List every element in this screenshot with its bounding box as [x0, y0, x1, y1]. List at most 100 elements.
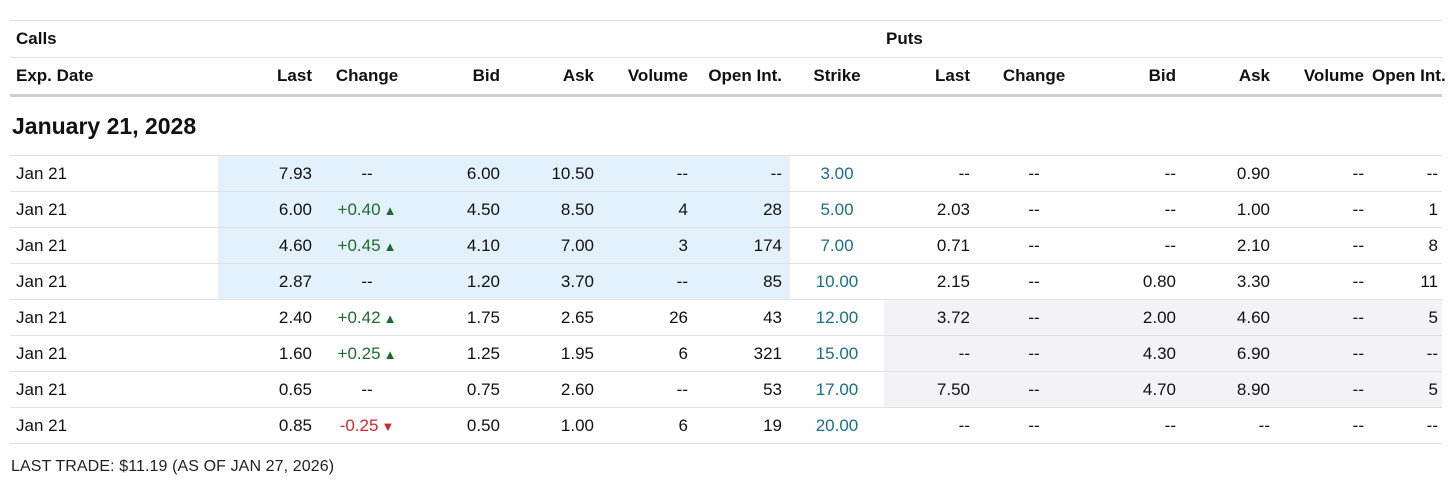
put-change: --	[978, 299, 1090, 336]
put-last: 3.72	[884, 299, 978, 336]
strike-link[interactable]: 7.00	[790, 227, 884, 264]
exp-date: Jan 21	[10, 155, 218, 192]
put-volume: --	[1278, 263, 1372, 300]
col-call-change[interactable]: Change	[320, 57, 414, 97]
put-ask: --	[1184, 407, 1278, 444]
call-change: +0.45 ▲	[320, 227, 414, 264]
call-open-int: 53	[696, 371, 790, 408]
put-change: --	[978, 191, 1090, 228]
call-last: 0.85	[218, 407, 320, 444]
strike-link[interactable]: 5.00	[790, 191, 884, 228]
exp-date: Jan 21	[10, 371, 218, 408]
options-chain: Calls Puts Exp. Date Last Change Bid Ask…	[10, 20, 1446, 444]
put-bid: 4.30	[1090, 335, 1184, 372]
call-ask: 2.65	[508, 299, 602, 336]
call-ask: 10.50	[508, 155, 602, 192]
put-open-int: 8	[1372, 227, 1442, 264]
put-ask: 3.30	[1184, 263, 1278, 300]
call-open-int: 85	[696, 263, 790, 300]
col-put-ask[interactable]: Ask	[1184, 57, 1278, 97]
option-row[interactable]: Jan 21 6.00 +0.40 ▲ 4.50 8.50 4 28 5.00 2.03 -- -- 1…	[10, 191, 1442, 228]
strike-link[interactable]: 15.00	[790, 335, 884, 372]
option-row[interactable]: Jan 21 0.65 -- 0.75 2.60 -- 53 17.00 7.50 -- 4.70 8…	[10, 371, 1442, 408]
put-open-int: --	[1372, 335, 1442, 372]
put-change: --	[978, 155, 1090, 192]
col-put-last[interactable]: Last	[884, 57, 978, 97]
col-put-change[interactable]: Change	[978, 57, 1090, 97]
option-row[interactable]: Jan 21 1.60 +0.25 ▲ 1.25 1.95 6 321 15.00 -- -- 4.3…	[10, 335, 1442, 372]
put-open-int: 5	[1372, 371, 1442, 408]
strike-link[interactable]: 3.00	[790, 155, 884, 192]
triangle-down-icon: ▼	[381, 418, 395, 434]
option-row[interactable]: Jan 21 4.60 +0.45 ▲ 4.10 7.00 3 174 7.00 0.71 -- --…	[10, 227, 1442, 264]
put-last: --	[884, 155, 978, 192]
strike-link[interactable]: 20.00	[790, 407, 884, 444]
put-last: 0.71	[884, 227, 978, 264]
put-change: --	[978, 263, 1090, 300]
col-call-open-int[interactable]: Open Int.	[696, 57, 790, 97]
call-bid: 4.10	[414, 227, 508, 264]
triangle-up-icon: ▲	[383, 202, 397, 218]
call-ask: 8.50	[508, 191, 602, 228]
col-put-open-int[interactable]: Open Int.	[1372, 57, 1446, 97]
call-last: 2.87	[218, 263, 320, 300]
col-put-bid[interactable]: Bid	[1090, 57, 1184, 97]
put-change: --	[978, 227, 1090, 264]
calls-heading: Calls	[10, 20, 218, 58]
call-volume: --	[602, 263, 696, 300]
exp-date: Jan 21	[10, 335, 218, 372]
call-bid: 1.75	[414, 299, 508, 336]
option-row[interactable]: Jan 21 2.40 +0.42 ▲ 1.75 2.65 26 43 12.00 3.72 -- 2…	[10, 299, 1442, 336]
call-open-int: 19	[696, 407, 790, 444]
expiration-group-row: January 21, 2028	[10, 96, 1442, 156]
call-volume: 3	[602, 227, 696, 264]
put-ask: 8.90	[1184, 371, 1278, 408]
strike-link[interactable]: 12.00	[790, 299, 884, 336]
put-open-int: 11	[1372, 263, 1442, 300]
col-call-last[interactable]: Last	[218, 57, 320, 97]
col-call-ask[interactable]: Ask	[508, 57, 602, 97]
call-open-int: 28	[696, 191, 790, 228]
put-bid: 0.80	[1090, 263, 1184, 300]
strike-link[interactable]: 17.00	[790, 371, 884, 408]
call-change: +0.25 ▲	[320, 335, 414, 372]
put-ask: 6.90	[1184, 335, 1278, 372]
col-strike[interactable]: Strike	[790, 57, 884, 97]
put-volume: --	[1278, 227, 1372, 264]
put-bid: 4.70	[1090, 371, 1184, 408]
col-call-bid[interactable]: Bid	[414, 57, 508, 97]
call-volume: --	[602, 155, 696, 192]
call-last: 2.40	[218, 299, 320, 336]
call-volume: 4	[602, 191, 696, 228]
col-exp-date[interactable]: Exp. Date	[10, 57, 218, 97]
call-bid: 1.25	[414, 335, 508, 372]
call-ask: 3.70	[508, 263, 602, 300]
call-change-value: +0.25	[337, 343, 381, 363]
col-put-volume[interactable]: Volume	[1278, 57, 1372, 97]
call-change: +0.42 ▲	[320, 299, 414, 336]
put-open-int: 1	[1372, 191, 1442, 228]
put-last: 7.50	[884, 371, 978, 408]
exp-date: Jan 21	[10, 407, 218, 444]
put-last: 2.15	[884, 263, 978, 300]
option-row[interactable]: Jan 21 0.85 -0.25 ▼ 0.50 1.00 6 19 20.00 -- -- -- --…	[10, 407, 1442, 444]
call-open-int: 321	[696, 335, 790, 372]
put-change: --	[978, 407, 1090, 444]
put-bid: --	[1090, 407, 1184, 444]
call-volume: 6	[602, 407, 696, 444]
put-volume: --	[1278, 155, 1372, 192]
call-open-int: 43	[696, 299, 790, 336]
option-row[interactable]: Jan 21 2.87 -- 1.20 3.70 -- 85 10.00 2.15 -- 0.80 3…	[10, 263, 1442, 300]
put-volume: --	[1278, 191, 1372, 228]
strike-link[interactable]: 10.00	[790, 263, 884, 300]
call-bid: 6.00	[414, 155, 508, 192]
put-bid: --	[1090, 155, 1184, 192]
call-open-int: 174	[696, 227, 790, 264]
put-change: --	[978, 371, 1090, 408]
call-last: 4.60	[218, 227, 320, 264]
triangle-up-icon: ▲	[383, 346, 397, 362]
option-row[interactable]: Jan 21 7.93 -- 6.00 10.50 -- -- 3.00 -- -- -- 0.90-…	[10, 155, 1442, 192]
call-bid: 4.50	[414, 191, 508, 228]
put-volume: --	[1278, 299, 1372, 336]
col-call-volume[interactable]: Volume	[602, 57, 696, 97]
